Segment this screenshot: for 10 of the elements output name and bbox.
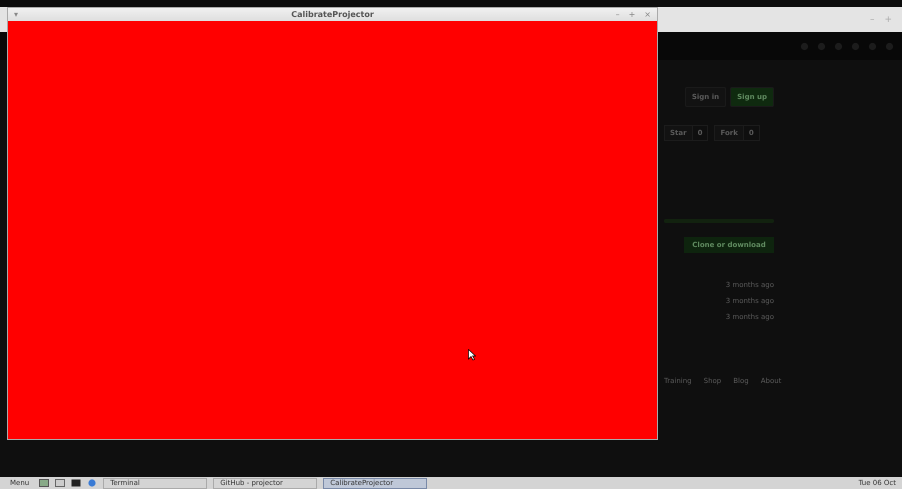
window-control[interactable]: – bbox=[870, 14, 874, 24]
window-control[interactable]: – bbox=[616, 10, 620, 19]
window-menu-glyph[interactable]: ▾ bbox=[14, 10, 18, 19]
browser-icon[interactable] bbox=[87, 479, 98, 487]
window-control[interactable]: × bbox=[644, 10, 651, 19]
window-title: CalibrateProjector bbox=[291, 10, 374, 19]
window-control[interactable]: + bbox=[884, 14, 892, 24]
mouse-cursor-icon bbox=[468, 349, 476, 361]
terminal-icon[interactable] bbox=[71, 479, 82, 487]
window-control[interactable]: + bbox=[628, 10, 636, 19]
